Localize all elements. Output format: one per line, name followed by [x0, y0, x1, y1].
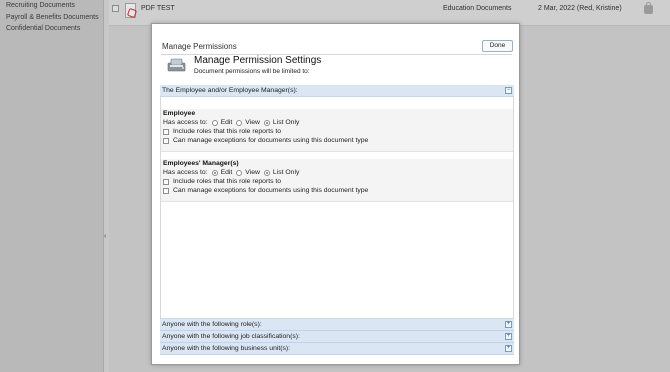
sidebar-item-payroll-benefits[interactable]: Payroll & Benefits Documents — [0, 12, 103, 24]
section-label: Anyone with the following role(s): — [162, 321, 262, 328]
collapse-section-icon[interactable]: − — [505, 87, 512, 94]
access-label: Has access to: — [163, 119, 208, 126]
role-block-managers: Employees' Manager(s) Has access to: Edi… — [161, 159, 513, 202]
sidebar-item-recruiting[interactable]: Recruiting Documents — [0, 0, 103, 12]
include-roles-checkbox[interactable] — [163, 178, 169, 185]
check-row-include-roles: Include roles that this role reports to — [163, 127, 513, 136]
permissions-content: Employee Has access to: Edit View List O… — [160, 97, 514, 319]
role-block-employee: Employee Has access to: Edit View List O… — [161, 109, 513, 152]
radio-list-only[interactable] — [263, 119, 270, 126]
done-button[interactable]: Done — [482, 40, 513, 52]
expand-section-icon[interactable]: + — [505, 333, 512, 340]
settings-heading: Manage Permission Settings — [194, 55, 322, 66]
radio-view[interactable] — [236, 119, 243, 126]
radio-edit-label: Edit — [220, 119, 233, 126]
sidebar-item-confidential[interactable]: Confidential Documents — [0, 23, 103, 35]
radio-view-label: View — [245, 119, 260, 126]
section-header-job-classifications[interactable]: Anyone with the following job classifica… — [160, 331, 514, 343]
check-row-manage-exceptions: Can manage exceptions for documents usin… — [163, 186, 513, 195]
section-header-employee-manager[interactable]: The Employee and/or Employee Manager(s):… — [160, 85, 514, 97]
manage-exceptions-checkbox[interactable] — [163, 137, 169, 144]
employee-manager-section: The Employee and/or Employee Manager(s):… — [160, 85, 514, 97]
manage-exceptions-checkbox[interactable] — [163, 187, 169, 194]
lock-icon[interactable] — [644, 2, 653, 14]
additional-permission-sections: Anyone with the following role(s): + Any… — [160, 319, 514, 355]
include-roles-label: Include roles that this role reports to — [173, 128, 282, 135]
manage-permissions-dialog: Manage Permissions Done Manage Permissio… — [151, 23, 520, 365]
section-label: The Employee and/or Employee Manager(s): — [162, 87, 298, 94]
section-header-roles[interactable]: Anyone with the following role(s): + — [160, 319, 514, 331]
document-date: 2 Mar, 2022 (Red, Kristine) — [538, 5, 622, 12]
role-title: Employee — [163, 110, 196, 117]
radio-edit[interactable] — [211, 169, 218, 176]
document-category: Education Documents — [443, 5, 512, 12]
include-roles-label: Include roles that this role reports to — [173, 178, 282, 185]
document-select-checkbox[interactable] — [112, 5, 119, 12]
pdf-file-icon — [125, 3, 136, 18]
radio-edit[interactable] — [211, 119, 218, 126]
radio-list-only-label: List Only — [272, 169, 300, 176]
document-category-sidebar: Recruiting Documents Payroll & Benefits … — [0, 0, 104, 372]
section-label: Anyone with the following business unit(… — [162, 345, 291, 352]
manage-exceptions-label: Can manage exceptions for documents usin… — [173, 187, 369, 194]
section-label: Anyone with the following job classifica… — [162, 333, 300, 340]
radio-edit-label: Edit — [220, 169, 233, 176]
radio-view-label: View — [245, 169, 260, 176]
expand-section-icon[interactable]: + — [505, 321, 512, 328]
dialog-title: Manage Permissions — [162, 42, 237, 51]
radio-list-only[interactable] — [263, 169, 270, 176]
section-header-business-units[interactable]: Anyone with the following business unit(… — [160, 343, 514, 355]
document-name[interactable]: PDF TEST — [141, 5, 175, 12]
access-label: Has access to: — [163, 169, 208, 176]
role-title: Employees' Manager(s) — [163, 160, 239, 167]
include-roles-checkbox[interactable] — [163, 128, 169, 135]
check-row-manage-exceptions: Can manage exceptions for documents usin… — [163, 136, 513, 145]
access-row: Has access to: Edit View List Only — [163, 118, 513, 127]
permission-settings-icon — [167, 58, 186, 72]
radio-view[interactable] — [236, 169, 243, 176]
access-row: Has access to: Edit View List Only — [163, 168, 513, 177]
expand-section-icon[interactable]: + — [505, 345, 512, 352]
manage-exceptions-label: Can manage exceptions for documents usin… — [173, 137, 369, 144]
radio-list-only-label: List Only — [272, 119, 300, 126]
settings-subheading: Document permissions will be limited to: — [194, 68, 310, 75]
check-row-include-roles: Include roles that this role reports to — [163, 177, 513, 186]
